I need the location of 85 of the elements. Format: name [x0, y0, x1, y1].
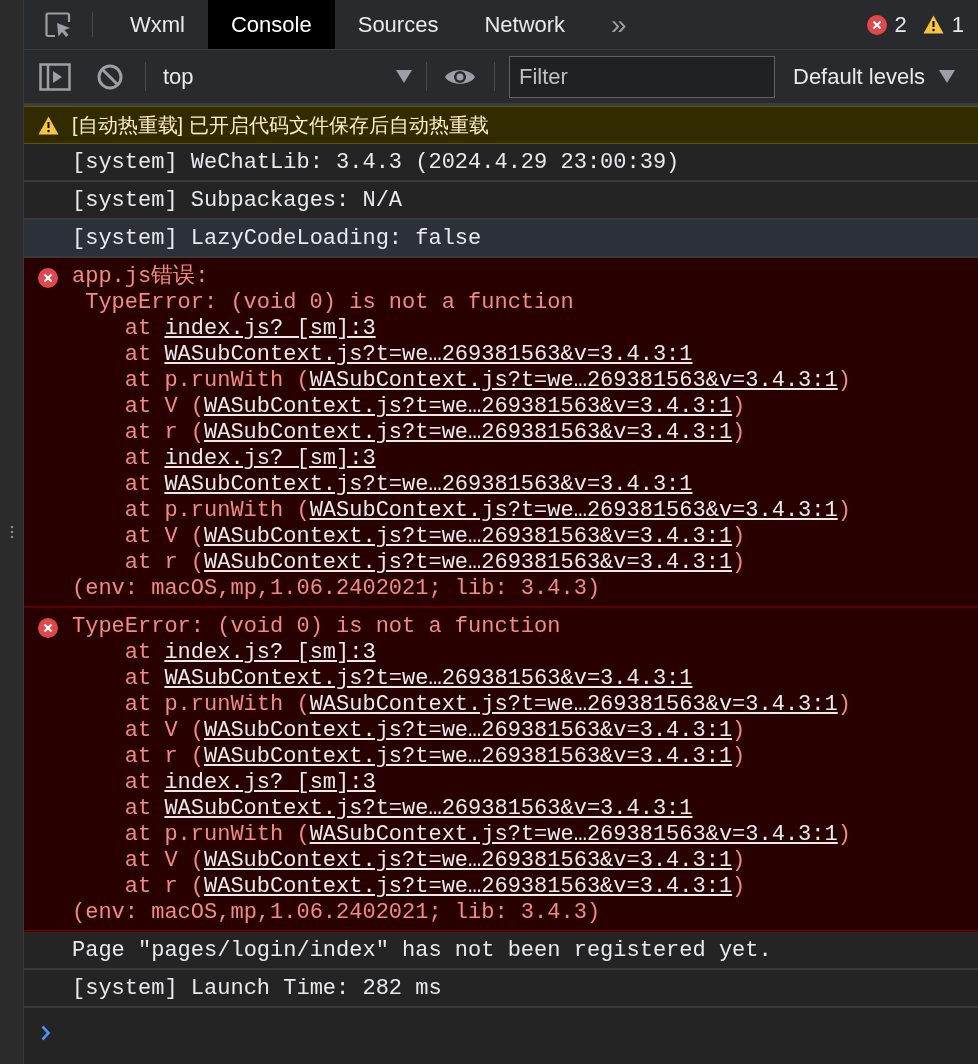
stack-frame-text: at r ( [124, 420, 204, 445]
source-link[interactable]: WASubContext.js?t=we…269381563&v=3.4.3:1 [309, 692, 838, 717]
source-link[interactable]: WASubContext.js?t=we…269381563&v=3.4.3:1 [309, 368, 838, 393]
tab[interactable]: Console [208, 0, 335, 49]
source-link[interactable]: WASubContext.js?t=we…269381563&v=3.4.3:1 [164, 342, 693, 367]
source-link[interactable]: index.js? [sm]:3 [164, 640, 376, 665]
error-count: 2 [894, 11, 907, 39]
source-link[interactable]: index.js? [sm]:3 [164, 446, 376, 471]
warning-icon [38, 115, 59, 135]
stack-frame-text: at p.runWith ( [124, 368, 310, 393]
tab[interactable]: Network [461, 0, 589, 49]
stack-frame-text: at [124, 796, 153, 821]
stack-frame-text: ) [732, 394, 746, 419]
stack-frame-text: at p.runWith ( [124, 498, 310, 523]
source-link[interactable]: WASubContext.js?t=we…269381563&v=3.4.3:1 [204, 394, 733, 419]
stack-frame-text: at p.runWith ( [124, 822, 310, 847]
sidebar-toggle-icon[interactable] [39, 62, 71, 91]
stack-frame-text: at V ( [124, 524, 204, 549]
source-link[interactable]: WASubContext.js?t=we…269381563&v=3.4.3:1 [204, 744, 733, 769]
filter-field[interactable]: Filter [509, 55, 775, 98]
dropdown-caret-icon [396, 70, 412, 83]
stack-frame-text: ) [732, 874, 746, 899]
error-message: TypeError: (void 0) is not a function [72, 614, 562, 640]
stack-frame-text: ) [837, 692, 851, 717]
stack-frame-text: at [124, 770, 153, 795]
source-link[interactable]: WASubContext.js?t=we…269381563&v=3.4.3:1 [164, 796, 693, 821]
log-message: [system] WeChatLib: 3.4.3 (2024.4.29 23:00:39) [72, 148, 680, 177]
stack-frame-text: at [124, 316, 153, 341]
environment-info: (env: macOS,mp,1.06.2402021; lib: 3.4.3) [72, 900, 602, 926]
warning-icon [922, 15, 944, 34]
inspect-icon[interactable] [44, 10, 72, 39]
log-message: [system] LazyCodeLoading: false [72, 224, 482, 253]
log-message: Page "pages/login/index" has not been registered yet. [72, 936, 772, 965]
tab[interactable]: Wxml [107, 0, 208, 49]
stack-frame-text: ) [837, 822, 851, 847]
source-link[interactable]: WASubContext.js?t=we…269381563&v=3.4.3:1 [164, 472, 693, 497]
source-link[interactable]: WASubContext.js?t=we…269381563&v=3.4.3:1 [204, 524, 733, 549]
stack-frame-text: ) [732, 848, 746, 873]
log-message: [system] Subpackages: N/A [72, 186, 403, 215]
stack-frame-text: at [124, 472, 153, 497]
source-link[interactable]: WASubContext.js?t=we…269381563&v=3.4.3:1 [204, 848, 733, 873]
error-icon [866, 14, 887, 35]
clear-console-icon[interactable] [97, 63, 123, 90]
stack-frame-text: at [124, 342, 153, 367]
source-link[interactable]: WASubContext.js?t=we…269381563&v=3.4.3:1 [309, 822, 838, 847]
source-link[interactable]: WASubContext.js?t=we…269381563&v=3.4.3:1 [164, 666, 693, 691]
prompt-chevron-icon [41, 1024, 51, 1041]
error-message: TypeError: (void 0) is not a function [84, 290, 575, 316]
environment-info: (env: macOS,mp,1.06.2402021; lib: 3.4.3) [72, 576, 602, 602]
source-link[interactable]: WASubContext.js?t=we…269381563&v=3.4.3:1 [204, 420, 733, 445]
stack-frame-text: at r ( [124, 744, 204, 769]
error-icon [38, 618, 58, 638]
drag-handle-icon[interactable] [9, 525, 14, 539]
tab[interactable]: Sources [334, 0, 462, 49]
stack-frame-text: ) [732, 550, 746, 575]
stack-frame-text: at r ( [124, 550, 204, 575]
stack-frame-text: ) [732, 718, 746, 743]
stack-frame-text: ) [837, 368, 851, 393]
stack-frame-text: at [124, 446, 153, 471]
source-link[interactable]: WASubContext.js?t=we…269381563&v=3.4.3:1 [309, 498, 838, 523]
stack-frame-text: at [124, 666, 153, 691]
stack-frame-text: at V ( [124, 718, 204, 743]
warning-count: 1 [951, 11, 964, 39]
source-link[interactable]: WASubContext.js?t=we…269381563&v=3.4.3:1 [204, 874, 733, 899]
levels-dropdown[interactable]: Default levels [793, 60, 956, 93]
stack-frame-text: ) [732, 420, 746, 445]
stack-frame-text: at [124, 640, 153, 665]
source-link[interactable]: WASubContext.js?t=we…269381563&v=3.4.3:1 [204, 550, 733, 575]
stack-frame-text: ) [732, 744, 746, 769]
stack-frame-text: ) [732, 524, 746, 549]
warning-message: [自动热重载] 已开启代码文件保存后自动热重载 [72, 113, 489, 138]
source-link[interactable]: WASubContext.js?t=we…269381563&v=3.4.3:1 [204, 718, 733, 743]
stack-frame-text: at p.runWith ( [124, 692, 310, 717]
source-link[interactable]: index.js? [sm]:3 [164, 316, 376, 341]
stack-frame-text: at V ( [124, 848, 204, 873]
stack-frame-text: ) [837, 498, 851, 523]
dropdown-caret-icon [939, 70, 956, 83]
more-tabs-button[interactable]: » [588, 0, 650, 49]
stack-frame-text: at V ( [124, 394, 204, 419]
error-message: app.js错误: [72, 264, 210, 290]
error-icon [38, 268, 58, 288]
context-dropdown[interactable]: top [146, 60, 426, 93]
source-link[interactable]: index.js? [sm]:3 [164, 770, 376, 795]
log-message: [system] Launch Time: 282 ms [72, 974, 442, 1003]
stack-frame-text: at r ( [124, 874, 204, 899]
